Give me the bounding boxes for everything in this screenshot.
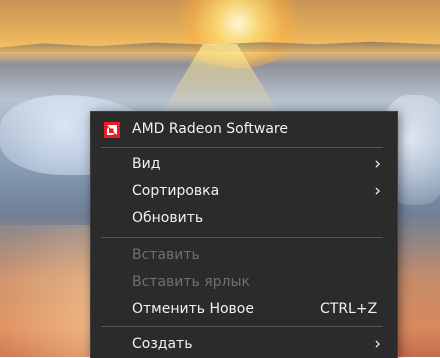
refresh-menu-item[interactable]: Обновить — [91, 205, 397, 232]
chevron-right-icon: › — [374, 154, 381, 174]
desktop-context-menu: AMD Radeon Software Вид › Сортировка › О… — [90, 111, 398, 358]
undo-shortcut: CTRL+Z — [320, 301, 378, 317]
amd-logo-icon — [104, 122, 120, 138]
paste-menu-item[interactable]: Вставить — [91, 242, 397, 269]
paste-label: Вставить — [132, 247, 200, 263]
menu-separator-3 — [101, 326, 383, 327]
view-label: Вид — [132, 156, 161, 172]
sort-label: Сортировка — [132, 183, 220, 199]
view-menu-item[interactable]: Вид › — [91, 151, 397, 178]
chevron-right-icon: › — [374, 334, 381, 354]
undo-new-label: Отменить Новое — [132, 301, 254, 317]
refresh-label: Обновить — [132, 210, 204, 226]
paste-shortcut-menu-item[interactable]: Вставить ярлык — [91, 269, 397, 296]
sort-menu-item[interactable]: Сортировка › — [91, 178, 397, 205]
paste-shortcut-label: Вставить ярлык — [132, 274, 251, 290]
chevron-right-icon: › — [374, 181, 381, 201]
create-label: Создать — [132, 336, 193, 352]
menu-separator-2 — [101, 237, 383, 238]
amd-radeon-software-label: AMD Radeon Software — [132, 121, 288, 137]
create-menu-item[interactable]: Создать › — [91, 331, 397, 358]
menu-separator-1 — [101, 147, 383, 148]
undo-new-menu-item[interactable]: Отменить Новое CTRL+Z — [91, 296, 397, 323]
amd-radeon-software-item[interactable]: AMD Radeon Software — [91, 116, 397, 143]
